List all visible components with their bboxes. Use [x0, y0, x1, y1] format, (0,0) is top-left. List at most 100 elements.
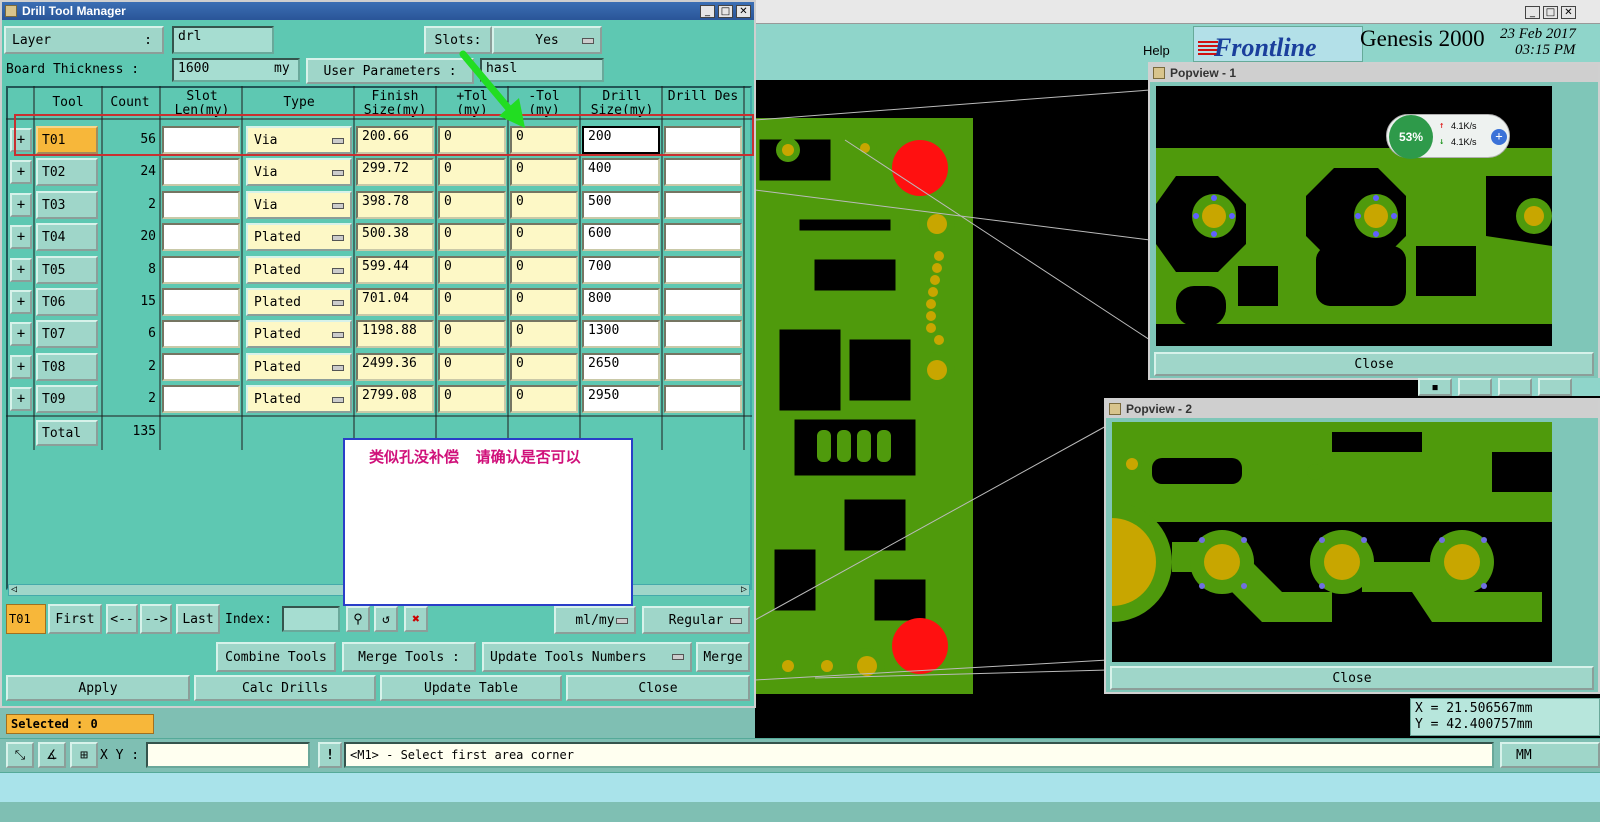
combine-tools-button[interactable]: Combine Tools [216, 642, 336, 672]
calc-drills-button[interactable]: Calc Drills [194, 675, 376, 701]
type-select[interactable]: Plated [246, 385, 352, 413]
drill-minimize-button[interactable]: _ [700, 5, 715, 18]
xy-input[interactable] [146, 742, 310, 768]
popview-1-menu-icon[interactable] [1153, 67, 1165, 79]
popview-2-canvas[interactable] [1112, 422, 1552, 662]
drill-des-input[interactable] [664, 288, 742, 316]
drill-size-input[interactable]: 800 [582, 288, 660, 316]
drill-window-menu-icon[interactable] [5, 5, 17, 17]
refresh-icon[interactable]: ↺ [374, 606, 398, 632]
type-select[interactable]: Via [246, 158, 352, 186]
type-select[interactable]: Plated [246, 353, 352, 381]
units-select[interactable]: ml/my [554, 606, 636, 634]
minus-tol-input[interactable]: 0 [510, 191, 578, 219]
main-minimize-button[interactable]: _ [1525, 6, 1540, 19]
drill-des-input[interactable] [664, 191, 742, 219]
index-input[interactable] [282, 606, 340, 632]
finish-size-input[interactable]: 2799.08 [356, 385, 434, 413]
expand-row-icon[interactable]: + [10, 355, 32, 379]
drill-size-input[interactable]: 400 [582, 158, 660, 186]
type-select[interactable]: Plated [246, 288, 352, 316]
tool-icon-1[interactable]: ▪ [1418, 378, 1452, 396]
expand-row-icon[interactable]: + [10, 258, 32, 282]
slot-len-input[interactable] [162, 288, 240, 316]
plus-tol-input[interactable]: 0 [438, 385, 506, 413]
grid-icon[interactable]: ⊞ [70, 742, 98, 768]
slot-len-input[interactable] [162, 320, 240, 348]
tool-id-cell[interactable]: T07 [36, 320, 98, 348]
tool-id-cell[interactable]: T05 [36, 256, 98, 284]
close-button[interactable]: Close [566, 675, 750, 701]
minus-tol-input[interactable]: 0 [510, 353, 578, 381]
expand-row-icon[interactable]: + [10, 225, 32, 249]
last-button[interactable]: Last [176, 604, 220, 634]
tool-icon-3[interactable] [1498, 378, 1532, 396]
drill-maximize-button[interactable]: □ [718, 5, 733, 18]
plus-tol-input[interactable]: 0 [438, 320, 506, 348]
board-thickness-input[interactable]: 1600 my [172, 58, 300, 82]
type-select[interactable]: Plated [246, 320, 352, 348]
measure-icon[interactable]: ∡ [38, 742, 66, 768]
widget-add-icon[interactable]: + [1491, 129, 1507, 145]
tool-icon-2[interactable] [1458, 378, 1492, 396]
tool-id-cell[interactable]: T03 [36, 191, 98, 219]
plus-tol-input[interactable]: 0 [438, 256, 506, 284]
popview-2-menu-icon[interactable] [1109, 403, 1121, 415]
next-button[interactable]: --> [140, 604, 172, 634]
drill-des-input[interactable] [664, 256, 742, 284]
prev-button[interactable]: <-- [106, 604, 138, 634]
drill-size-input[interactable]: 600 [582, 223, 660, 251]
popview-2-close-button[interactable]: Close [1110, 666, 1594, 690]
minus-tol-input[interactable]: 0 [510, 256, 578, 284]
plus-tol-input[interactable]: 0 [438, 158, 506, 186]
expand-row-icon[interactable]: + [10, 322, 32, 346]
zoom-area-icon[interactable]: ⤡ [6, 742, 34, 768]
slot-len-input[interactable] [162, 256, 240, 284]
drill-size-input[interactable]: 2650 [582, 353, 660, 381]
popview-1-close-button[interactable]: Close [1154, 352, 1594, 376]
type-select[interactable]: Plated [246, 256, 352, 284]
expand-row-icon[interactable]: + [10, 290, 32, 314]
finish-size-input[interactable]: 398.78 [356, 191, 434, 219]
tool-icon-4[interactable] [1538, 378, 1572, 396]
merge-button[interactable]: Merge [696, 642, 750, 672]
plus-tol-input[interactable]: 0 [438, 191, 506, 219]
drill-size-input[interactable]: 2950 [582, 385, 660, 413]
drill-des-input[interactable] [664, 353, 742, 381]
tool-id-cell[interactable]: T09 [36, 385, 98, 413]
alert-icon[interactable]: ! [318, 742, 342, 768]
minus-tol-input[interactable]: 0 [510, 288, 578, 316]
slot-len-input[interactable] [162, 158, 240, 186]
slot-len-input[interactable] [162, 223, 240, 251]
minus-tol-input[interactable]: 0 [510, 320, 578, 348]
mode-select[interactable]: Regular [642, 606, 750, 634]
expand-row-icon[interactable]: + [10, 193, 32, 217]
minus-tol-input[interactable]: 0 [510, 158, 578, 186]
pin-icon[interactable]: ⚲ [346, 606, 370, 632]
tool-id-cell[interactable]: T04 [36, 223, 98, 251]
minus-tol-input[interactable]: 0 [510, 385, 578, 413]
finish-size-input[interactable]: 500.38 [356, 223, 434, 251]
apply-button[interactable]: Apply [6, 675, 190, 701]
type-select[interactable]: Plated [246, 223, 352, 251]
layer-input[interactable]: drl [172, 26, 274, 54]
drill-size-input[interactable]: 1300 [582, 320, 660, 348]
finish-size-input[interactable]: 701.04 [356, 288, 434, 316]
drill-des-input[interactable] [664, 223, 742, 251]
first-button[interactable]: First [48, 604, 102, 634]
main-maximize-button[interactable]: □ [1543, 6, 1558, 19]
plus-tol-input[interactable]: 0 [438, 353, 506, 381]
drill-size-input[interactable]: 700 [582, 256, 660, 284]
drill-des-input[interactable] [664, 385, 742, 413]
delete-icon[interactable]: ✖ [404, 606, 428, 632]
drill-des-input[interactable] [664, 320, 742, 348]
scroll-right-icon[interactable]: ▷ [741, 584, 747, 595]
tool-id-cell[interactable]: T06 [36, 288, 98, 316]
tool-id-cell[interactable]: T08 [36, 353, 98, 381]
plus-tol-input[interactable]: 0 [438, 223, 506, 251]
slot-len-input[interactable] [162, 191, 240, 219]
update-tools-numbers-select[interactable]: Update Tools Numbers [482, 642, 692, 672]
drill-close-button[interactable]: ✕ [736, 5, 751, 18]
minus-tol-input[interactable]: 0 [510, 223, 578, 251]
drill-size-input[interactable]: 500 [582, 191, 660, 219]
